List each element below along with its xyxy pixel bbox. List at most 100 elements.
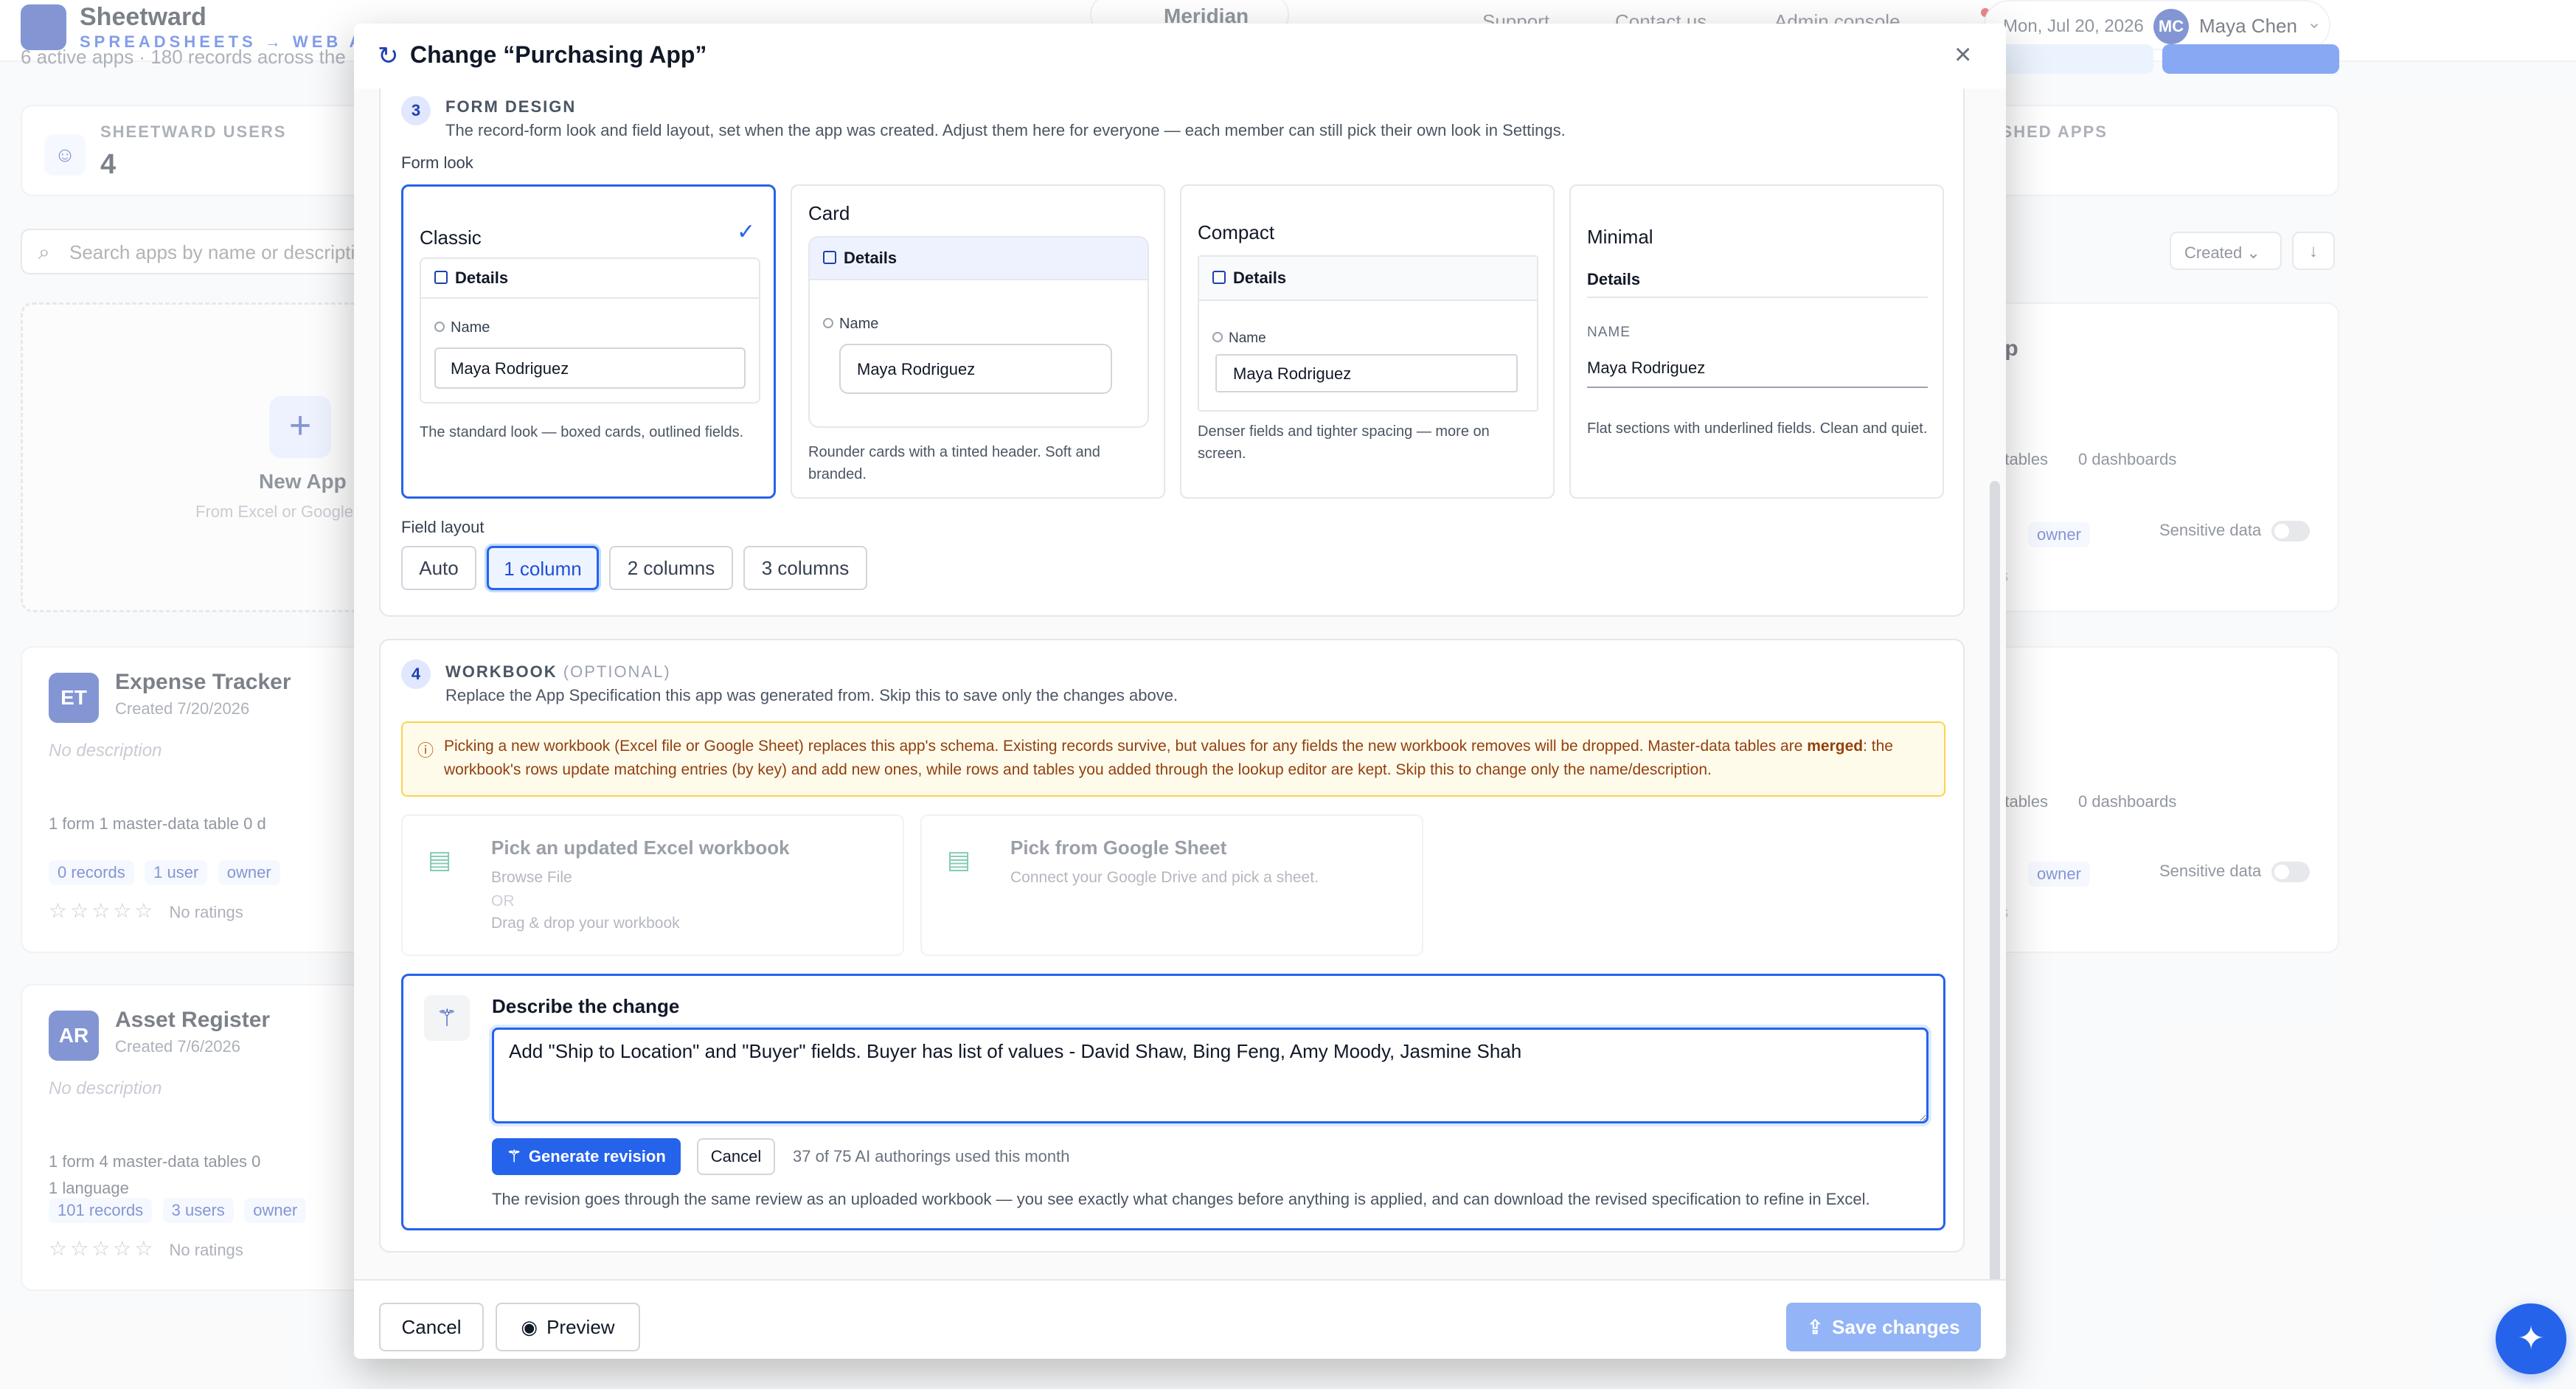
preview-label: Preview xyxy=(546,1315,615,1338)
close-icon[interactable]: × xyxy=(1954,38,1971,72)
preview-field-input: Maya Rodriguez xyxy=(1215,354,1518,392)
form-look-label: Form look xyxy=(401,153,473,172)
picker-title: Pick from Google Sheet xyxy=(1010,836,1227,859)
section-icon xyxy=(823,251,836,265)
section-title: WORKBOOK (OPTIONAL) xyxy=(445,662,671,682)
step-number: 3 xyxy=(401,96,431,125)
preview-section-label: Details xyxy=(1587,270,1641,288)
look-description: Rounder cards with a tinted header. Soft… xyxy=(808,444,1100,482)
look-option-minimal[interactable]: Minimal Details NAME Maya Rodriguez Flat… xyxy=(1569,184,1944,499)
look-description: The standard look — boxed cards, outline… xyxy=(420,424,744,440)
change-app-dialog: ↻ Change “Purchasing App” × 3 FORM DESIG… xyxy=(354,24,2006,1359)
cancel-button[interactable]: Cancel xyxy=(379,1303,484,1351)
save-changes-label: Save changes xyxy=(1832,1315,1960,1338)
layout-3-columns-button[interactable]: 3 columns xyxy=(743,546,867,590)
magic-wand-icon: ⚚ xyxy=(424,995,470,1041)
look-option-compact[interactable]: Compact Details Name Maya Rodriguez Dens… xyxy=(1180,184,1555,499)
field-type-icon xyxy=(434,322,445,333)
or-divider: OR xyxy=(491,893,515,910)
change-description-textarea[interactable]: Add "Ship to Location" and "Buyer" field… xyxy=(492,1028,1928,1123)
preview-field-label: Name xyxy=(823,316,878,333)
look-description: Denser fields and tighter spacing — more… xyxy=(1198,423,1490,462)
preview-section-header: Details xyxy=(810,238,1148,280)
preview-section-header: Details xyxy=(1587,263,1928,298)
look-name: Compact xyxy=(1198,221,1275,243)
field-type-icon xyxy=(823,318,833,329)
revision-note: The revision goes through the same revie… xyxy=(492,1190,1870,1208)
look-preview: Details Name Maya Rodriguez xyxy=(1198,255,1538,412)
preview-field-label: Name xyxy=(1212,330,1266,347)
layout-2-columns-button[interactable]: 2 columns xyxy=(609,546,733,590)
dialog-body: 3 FORM DESIGN The record-form look and f… xyxy=(354,89,2006,1279)
refresh-icon: ↻ xyxy=(378,42,399,70)
save-changes-button[interactable]: ⇪ Save changes xyxy=(1786,1303,1981,1351)
picker-title: Pick an updated Excel workbook xyxy=(491,836,790,859)
preview-field-input: Maya Rodriguez xyxy=(1587,351,1928,388)
preview-section-label: Details xyxy=(844,249,898,267)
preview-section-label: Details xyxy=(1233,269,1287,287)
warning-text: Picking a new workbook (Excel file or Go… xyxy=(444,735,1934,782)
step-number: 4 xyxy=(401,659,431,689)
field-type-icon xyxy=(1212,332,1223,343)
look-name: Classic xyxy=(420,226,482,249)
scrollbar[interactable] xyxy=(1990,481,2000,1279)
picker-subtitle: Connect your Google Drive and pick a she… xyxy=(1010,869,1319,886)
generate-revision-label: Generate revision xyxy=(528,1147,666,1165)
drag-drop-hint: Drag & drop your workbook xyxy=(491,915,680,932)
look-preview: Details NAME Maya Rodriguez xyxy=(1587,263,1928,410)
dialog-header: ↻ Change “Purchasing App” × xyxy=(354,24,2006,89)
section-title-text: WORKBOOK xyxy=(445,662,558,681)
preview-field-input: Maya Rodriguez xyxy=(434,347,746,389)
layout-auto-button[interactable]: Auto xyxy=(401,546,476,590)
section-icon xyxy=(434,271,448,285)
look-option-card[interactable]: Card Details Name Maya Rodriguez Rounder… xyxy=(791,184,1165,499)
preview-button[interactable]: ◉ Preview xyxy=(496,1303,640,1351)
look-preview: Details Name Maya Rodriguez xyxy=(808,236,1149,428)
generate-revision-button[interactable]: ⚚ Generate revision xyxy=(492,1138,681,1175)
look-description: Flat sections with underlined fields. Cl… xyxy=(1587,420,1928,437)
describe-change-title: Describe the change xyxy=(492,995,680,1017)
ai-quota-text: 37 of 75 AI authorings used this month xyxy=(793,1147,1070,1165)
look-name: Card xyxy=(808,202,850,224)
browse-file-link[interactable]: Browse File xyxy=(491,869,572,887)
eye-icon: ◉ xyxy=(521,1315,538,1338)
dialog-footer: Cancel ◉ Preview ⇪ Save changes xyxy=(354,1279,2006,1359)
section-description: Replace the App Specification this app w… xyxy=(445,686,1178,704)
field-layout-label: Field layout xyxy=(401,518,485,536)
describe-change-panel: ⚚ Describe the change Add "Ship to Locat… xyxy=(401,974,1945,1230)
preview-section-header: Details xyxy=(1199,257,1537,301)
upload-icon: ⇪ xyxy=(1807,1315,1824,1338)
check-icon: ✓ xyxy=(737,220,756,244)
look-preview: Details Name Maya Rodriguez xyxy=(420,257,760,403)
section-description: The record-form look and field layout, s… xyxy=(445,121,1566,139)
form-design-section: 3 FORM DESIGN The record-form look and f… xyxy=(379,89,1965,617)
warning-icon: ⓘ xyxy=(417,741,434,760)
preview-field-name: Name xyxy=(839,316,879,332)
cancel-revision-button[interactable]: Cancel xyxy=(697,1138,775,1175)
look-name: Minimal xyxy=(1587,226,1653,248)
section-title: FORM DESIGN xyxy=(445,97,577,116)
preview-field-input: Maya Rodriguez xyxy=(839,344,1112,394)
magic-wand-icon: ⚚ xyxy=(507,1147,521,1165)
look-option-classic[interactable]: Classic ✓ Details Name Maya Rodriguez Th… xyxy=(401,184,776,499)
section-icon xyxy=(1212,271,1226,285)
google-sheet-picker[interactable]: ▤ Pick from Google Sheet Connect your Go… xyxy=(920,814,1423,956)
dialog-title: Change “Purchasing App” xyxy=(410,41,707,68)
schema-warning: ⓘ Picking a new workbook (Excel file or … xyxy=(401,721,1945,797)
optional-tag: (OPTIONAL) xyxy=(563,662,671,681)
preview-field-name: NAME xyxy=(1587,325,1631,340)
preview-field-label: Name xyxy=(434,319,490,336)
workbook-section: 4 WORKBOOK (OPTIONAL) Replace the App Sp… xyxy=(379,639,1965,1253)
layout-1-column-button[interactable]: 1 column xyxy=(487,546,599,590)
sparkle-icon: ✦ xyxy=(2517,1320,2545,1357)
preview-field-name: Name xyxy=(1229,330,1266,346)
spreadsheet-icon: ▤ xyxy=(947,846,971,874)
warning-emphasis: merged xyxy=(1807,738,1864,755)
warning-text-start: Picking a new workbook (Excel file or Go… xyxy=(444,738,1808,755)
excel-workbook-picker[interactable]: ▤ Pick an updated Excel workbook Browse … xyxy=(401,814,904,956)
ai-assistant-button[interactable]: ✦ xyxy=(2496,1303,2566,1374)
preview-field-name: Name xyxy=(451,319,490,336)
preview-section-label: Details xyxy=(455,269,509,287)
spreadsheet-icon: ▤ xyxy=(428,846,452,874)
preview-section-header: Details xyxy=(421,259,759,299)
